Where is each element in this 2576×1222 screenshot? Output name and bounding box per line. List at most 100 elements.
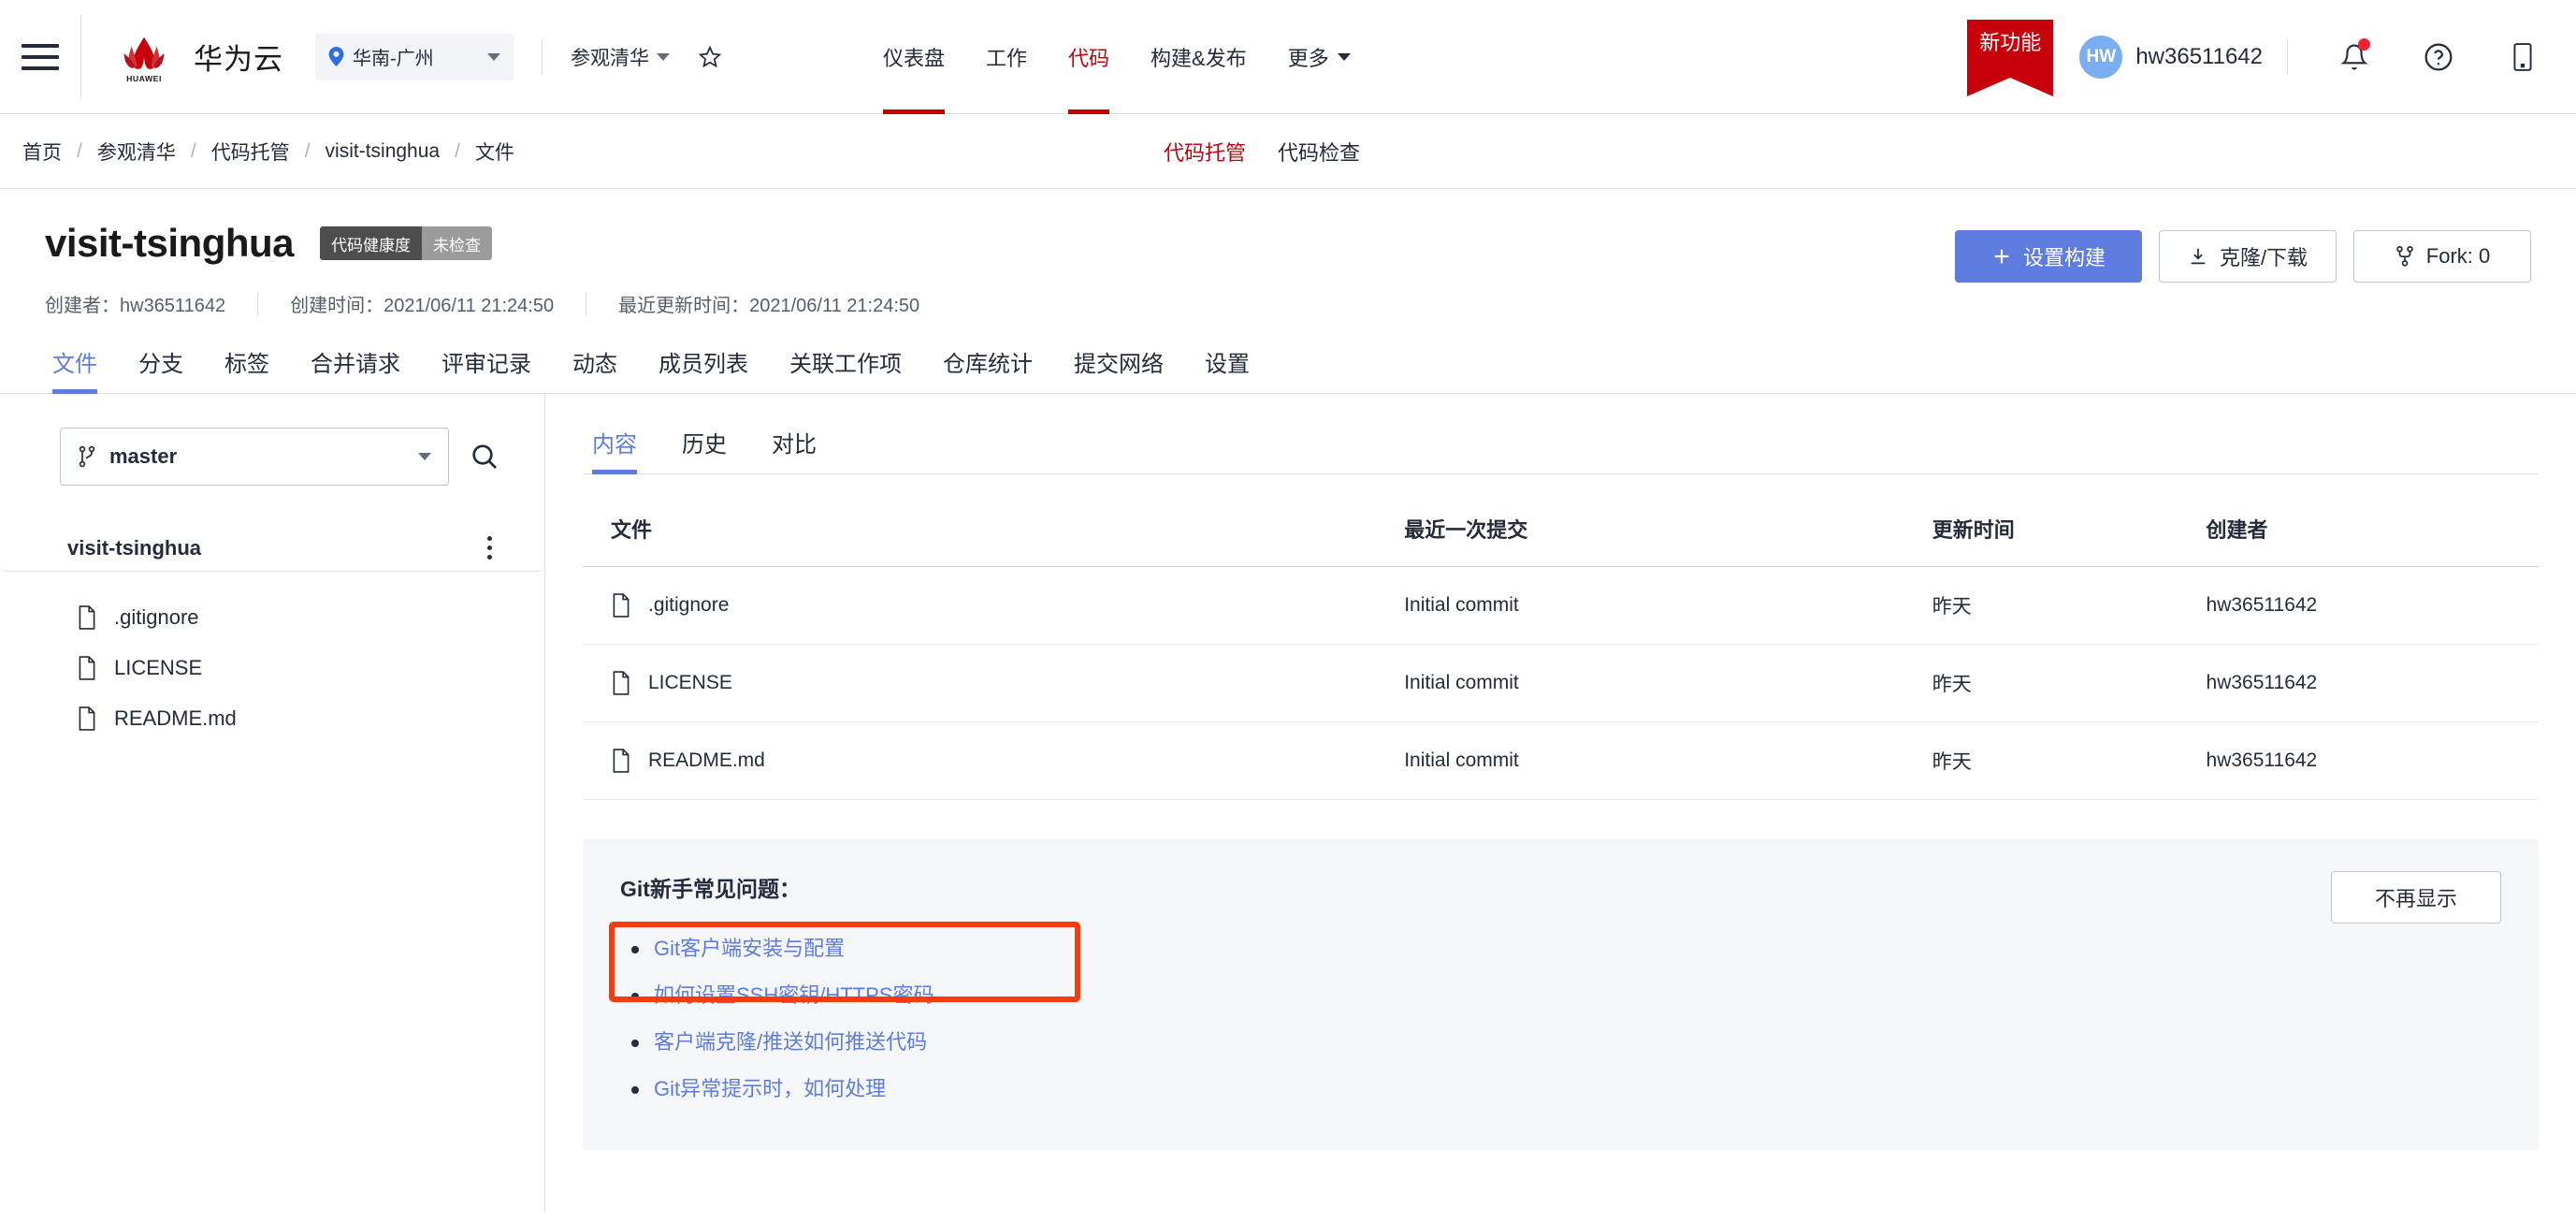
avatar: HW bbox=[2079, 36, 2123, 79]
faq-link-error-handling[interactable]: Git异常提示时，如何处理 bbox=[620, 1066, 886, 1113]
column-header-file: 文件 bbox=[583, 495, 1405, 567]
breadcrumb-separator: / bbox=[455, 139, 460, 162]
faq-link-ssh-https[interactable]: 如何设置SSH密钥/HTTPS密码 bbox=[620, 972, 933, 1019]
tab-commit-network[interactable]: 提交网络 bbox=[1053, 345, 1184, 393]
help-icon[interactable] bbox=[2417, 36, 2460, 79]
tree-root[interactable]: visit-tsinghua bbox=[0, 525, 544, 572]
repo-creator: 创建者：hw36511642 bbox=[45, 296, 226, 316]
user-menu[interactable]: HW hw36511642 bbox=[2079, 36, 2263, 79]
author-name: hw36511642 bbox=[2206, 644, 2539, 722]
nav-item-build-release[interactable]: 构建&发布 bbox=[1130, 0, 1267, 114]
list-item-label: LICENSE bbox=[114, 656, 203, 679]
repo-header: visit-tsinghua 代码健康度 未检查 创建者：hw36511642 … bbox=[0, 189, 2576, 317]
fork-button[interactable]: Fork: 0 bbox=[2353, 230, 2531, 283]
branch-selector[interactable]: master bbox=[60, 428, 449, 486]
file-name[interactable]: .gitignore bbox=[648, 594, 729, 617]
tab-code-hosting[interactable]: 代码托管 bbox=[1164, 137, 1246, 167]
breadcrumb-item-home[interactable]: 首页 bbox=[22, 138, 62, 166]
file-name[interactable]: LICENSE bbox=[648, 672, 732, 694]
file-name[interactable]: README.md bbox=[648, 749, 765, 772]
file-cell: LICENSE bbox=[611, 671, 1404, 695]
nav-item-more[interactable]: 更多 bbox=[1267, 0, 1371, 114]
huawei-logo-icon: HUAWEI bbox=[123, 36, 165, 83]
notification-dot bbox=[2358, 38, 2370, 51]
file-cell: .gitignore bbox=[611, 593, 1404, 618]
new-feature-badge[interactable]: 新功能 bbox=[1967, 20, 2054, 96]
tab-label: 仓库统计 bbox=[943, 352, 1033, 377]
location-pin-icon bbox=[328, 47, 344, 66]
tab-label: 文件 bbox=[52, 352, 97, 377]
tab-label: 合并请求 bbox=[311, 352, 400, 377]
list-item[interactable]: .gitignore bbox=[77, 592, 544, 643]
nav-label: 代码 bbox=[1068, 46, 1110, 70]
hide-faq-button[interactable]: 不再显示 bbox=[2331, 871, 2501, 924]
updated-time: 昨天 bbox=[1932, 566, 2207, 645]
search-icon[interactable] bbox=[470, 442, 499, 472]
faq-title: Git新手常见问题： bbox=[620, 877, 801, 901]
status-badge: 代码健康度 未检查 bbox=[320, 226, 493, 260]
region-selector[interactable]: 华南-广州 bbox=[315, 33, 514, 80]
sidebar: master visit-tsinghua .gitignore LICENSE… bbox=[0, 394, 545, 1213]
table-row[interactable]: .gitignore Initial commit 昨天 hw36511642 bbox=[583, 566, 2539, 645]
tab-compare[interactable]: 对比 bbox=[749, 426, 839, 473]
list-item[interactable]: README.md bbox=[77, 693, 544, 744]
tab-label: 成员列表 bbox=[658, 352, 748, 377]
tab-members[interactable]: 成员列表 bbox=[638, 345, 769, 393]
new-feature-label: 新功能 bbox=[1979, 31, 2042, 54]
breadcrumb-item-repo-service[interactable]: 代码托管 bbox=[211, 138, 290, 166]
mobile-icon[interactable] bbox=[2501, 36, 2544, 79]
header-divider-2 bbox=[542, 38, 543, 75]
clone-download-button[interactable]: 克隆/下载 bbox=[2159, 230, 2337, 283]
repo-created-time: 创建时间：2021/06/11 21:24:50 bbox=[290, 296, 555, 316]
table-row[interactable]: README.md Initial commit 昨天 hw36511642 bbox=[583, 721, 2539, 800]
branch-icon bbox=[79, 445, 95, 468]
nav-label: 工作 bbox=[986, 46, 1028, 70]
tab-activity[interactable]: 动态 bbox=[552, 345, 638, 393]
nav-item-dashboard[interactable]: 仪表盘 bbox=[862, 0, 965, 114]
tab-code-check[interactable]: 代码检查 bbox=[1278, 137, 1360, 167]
tab-review-records[interactable]: 评审记录 bbox=[421, 345, 552, 393]
bell-icon[interactable] bbox=[2333, 36, 2376, 79]
table-row[interactable]: LICENSE Initial commit 昨天 hw36511642 bbox=[583, 644, 2539, 722]
tab-content[interactable]: 内容 bbox=[583, 426, 659, 474]
commit-message: Initial commit bbox=[1404, 644, 1932, 722]
tab-label: 分支 bbox=[138, 352, 183, 377]
tab-label: 关联工作项 bbox=[789, 352, 902, 377]
brand-logo[interactable]: HUAWEI 华为云 bbox=[81, 28, 283, 86]
tab-repo-statistics[interactable]: 仓库统计 bbox=[922, 345, 1053, 393]
hide-faq-label: 不再显示 bbox=[2374, 887, 2457, 910]
more-options-icon[interactable] bbox=[475, 536, 503, 560]
nav-item-work[interactable]: 工作 bbox=[965, 0, 1048, 114]
fork-icon bbox=[2396, 245, 2413, 267]
repo-actions: 设置构建 克隆/下载 Fork: 0 bbox=[1955, 230, 2531, 283]
tab-merge-requests[interactable]: 合并请求 bbox=[290, 345, 421, 393]
service-tabs: 代码托管 代码检查 bbox=[1164, 114, 1360, 189]
setup-build-button[interactable]: 设置构建 bbox=[1955, 230, 2142, 283]
tab-settings[interactable]: 设置 bbox=[1184, 345, 1270, 393]
breadcrumb-item-repo[interactable]: visit-tsinghua bbox=[326, 140, 441, 163]
header-divider-3 bbox=[2287, 39, 2288, 75]
faq-link-clone-push[interactable]: 客户端克隆/推送如何推送代码 bbox=[620, 1019, 927, 1066]
favorite-star-icon[interactable] bbox=[698, 45, 722, 69]
faq-link-install-config[interactable]: Git客户端安装与配置 bbox=[620, 925, 845, 972]
tab-branches[interactable]: 分支 bbox=[118, 345, 204, 393]
breadcrumb-item-files[interactable]: 文件 bbox=[475, 138, 514, 166]
region-label: 华南-广州 bbox=[353, 49, 434, 69]
user-name: hw36511642 bbox=[2135, 44, 2263, 69]
file-icon bbox=[79, 605, 95, 630]
tab-files[interactable]: 文件 bbox=[45, 345, 118, 394]
tab-label: 内容 bbox=[592, 432, 637, 458]
commit-message: Initial commit bbox=[1404, 721, 1932, 800]
top-header: HUAWEI 华为云 华南-广州 参观清华 仪表盘 工作 代码 构建&发布 更多… bbox=[0, 0, 2576, 114]
tab-history[interactable]: 历史 bbox=[659, 426, 749, 473]
breadcrumb-item-project[interactable]: 参观清华 bbox=[97, 138, 176, 166]
author-name: hw36511642 bbox=[2206, 721, 2539, 800]
breadcrumb: 首页 / 参观清华 / 代码托管 / visit-tsinghua / 文件 bbox=[0, 138, 514, 166]
tab-tags[interactable]: 标签 bbox=[204, 345, 290, 393]
nav-item-code[interactable]: 代码 bbox=[1048, 0, 1130, 114]
breadcrumb-bar: 首页 / 参观清华 / 代码托管 / visit-tsinghua / 文件 代… bbox=[0, 114, 2576, 189]
menu-icon[interactable] bbox=[0, 0, 80, 114]
tab-linked-work-items[interactable]: 关联工作项 bbox=[769, 345, 922, 393]
project-switcher[interactable]: 参观清华 bbox=[571, 43, 670, 71]
list-item[interactable]: LICENSE bbox=[77, 643, 544, 693]
